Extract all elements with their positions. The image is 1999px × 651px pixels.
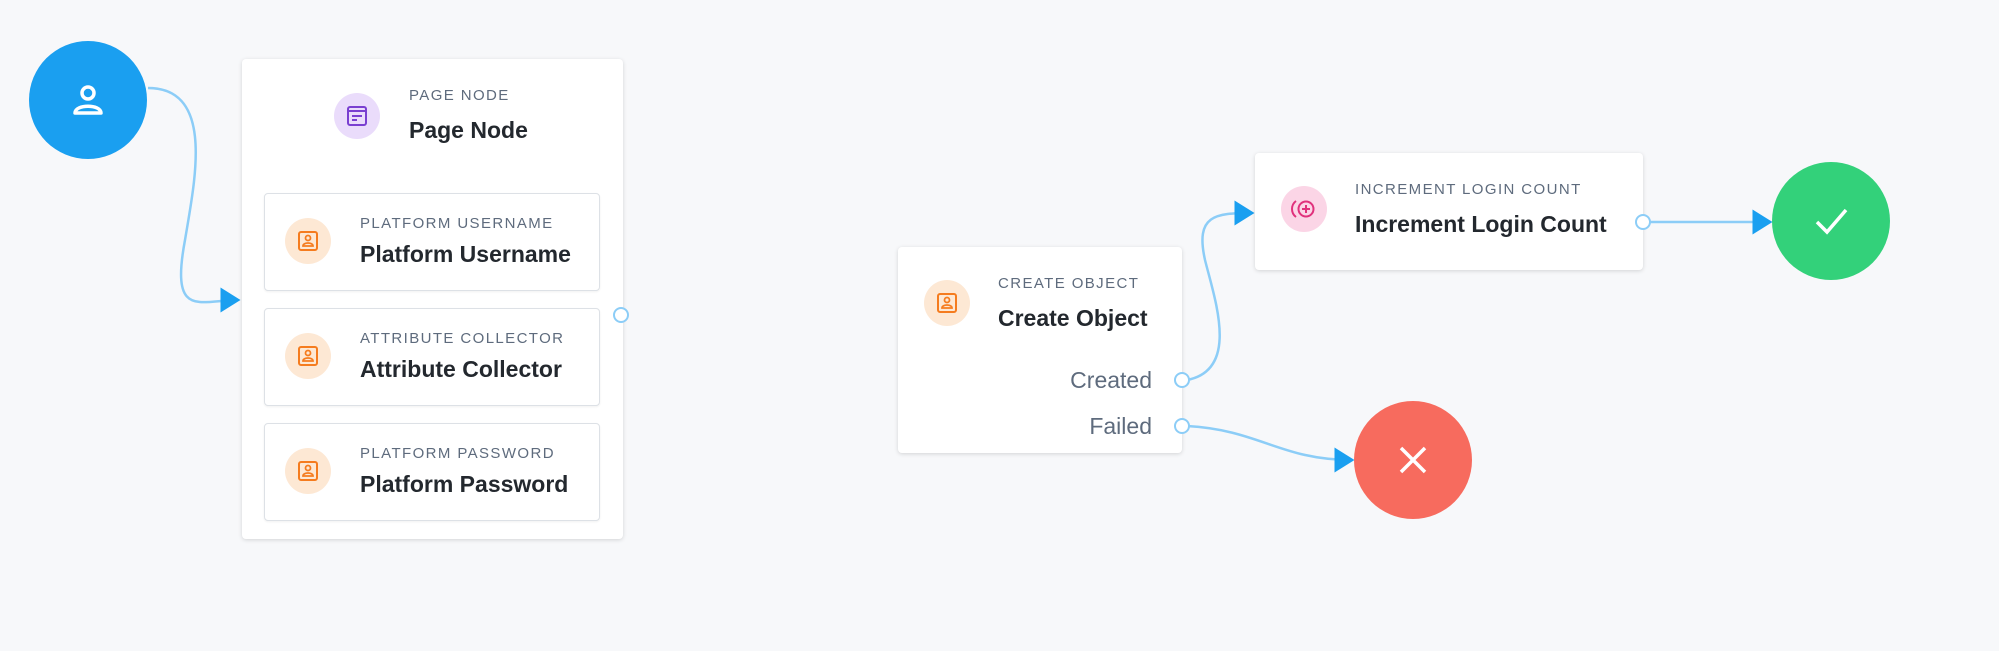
edge-created-to-increment — [1186, 200, 1255, 382]
node-title: Platform Username — [360, 241, 571, 267]
node-title: Increment Login Count — [1355, 211, 1607, 237]
child-node-platform-username[interactable]: PLATFORM USERNAME Platform Username — [264, 193, 600, 291]
failed-output-port[interactable] — [1174, 418, 1190, 434]
node-type-label: INCREMENT LOGIN COUNT — [1355, 181, 1582, 198]
node-type-label: PAGE NODE — [409, 87, 510, 104]
id-card-icon — [285, 448, 331, 494]
child-node-attribute-collector[interactable]: ATTRIBUTE COLLECTOR Attribute Collector — [264, 308, 600, 406]
child-node-platform-password[interactable]: PLATFORM PASSWORD Platform Password — [264, 423, 600, 521]
user-icon — [73, 85, 103, 115]
node-type-label: PLATFORM PASSWORD — [360, 445, 555, 462]
x-icon — [1399, 446, 1427, 474]
node-type-label: CREATE OBJECT — [998, 275, 1140, 292]
created-output-port[interactable] — [1174, 372, 1190, 388]
success-node[interactable] — [1772, 162, 1890, 280]
check-icon — [1815, 208, 1848, 235]
node-title: Create Object — [998, 305, 1148, 331]
create-object-card[interactable]: CREATE OBJECT Create Object Created Fail… — [898, 247, 1182, 453]
node-title: Page Node — [409, 117, 528, 143]
page-icon — [334, 93, 380, 139]
node-title: Platform Password — [360, 471, 569, 497]
edge-start-to-page — [147, 86, 241, 313]
page-node-output-port[interactable] — [613, 307, 629, 323]
edge-failed-to-failure — [1186, 424, 1355, 473]
page-node-card[interactable]: PAGE NODE Page Node PLATFORM USERNAME Pl… — [242, 59, 623, 539]
id-card-icon — [285, 333, 331, 379]
failure-node[interactable] — [1354, 401, 1472, 519]
start-node[interactable] — [29, 41, 147, 159]
id-card-icon — [285, 218, 331, 264]
increment-icon — [1281, 186, 1327, 232]
increment-login-count-card[interactable]: INCREMENT LOGIN COUNT Increment Login Co… — [1255, 153, 1643, 270]
node-type-label: PLATFORM USERNAME — [360, 215, 554, 232]
outcome-failed: Failed — [1089, 413, 1152, 439]
increment-output-port[interactable] — [1635, 214, 1651, 230]
outcome-created: Created — [1070, 367, 1152, 393]
node-type-label: ATTRIBUTE COLLECTOR — [360, 330, 565, 347]
node-title: Attribute Collector — [360, 356, 562, 382]
id-card-icon — [924, 280, 970, 326]
